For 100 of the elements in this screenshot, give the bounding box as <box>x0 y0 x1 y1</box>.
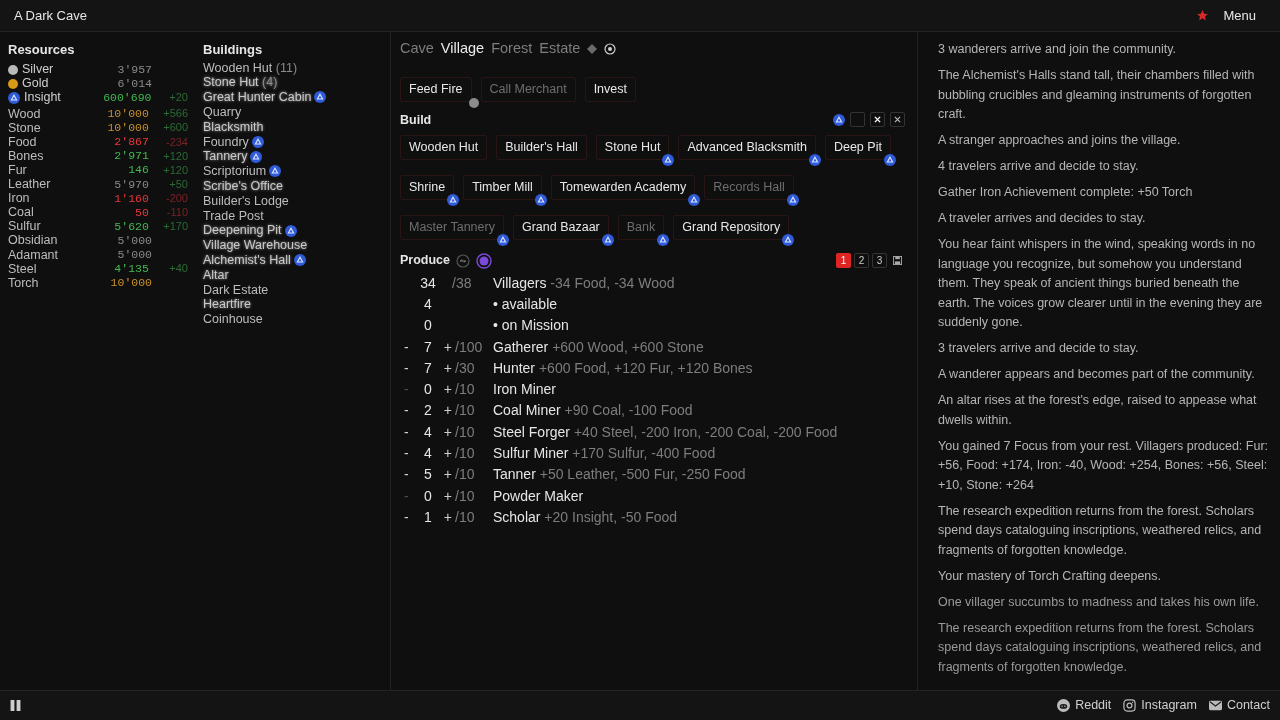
build-button[interactable]: Tomewarden Academy <box>550 174 696 200</box>
build-button[interactable]: Wooden Hut <box>400 134 488 160</box>
footer-link[interactable]: Instagram <box>1123 696 1197 715</box>
menu-button[interactable]: Menu <box>1223 5 1256 26</box>
resource-name: Gold <box>22 77 49 90</box>
log-message: 3 wanderers arrive and join the community. <box>938 41 1178 58</box>
resource-amount: 2'867 <box>113 136 149 148</box>
add-button[interactable]: + <box>440 357 452 379</box>
building-name: Altar <box>203 268 229 282</box>
add-button[interactable]: + <box>440 506 452 528</box>
add-button[interactable]: + <box>440 379 452 401</box>
log-message: The research expedition returns from the forest. Scholars spend days cataloguing inscriptions, weathered relics, and fragments of forgotten knowledge. <box>938 619 1263 676</box>
filter-checkbox[interactable] <box>850 112 865 128</box>
resource-amount: 6'014 <box>116 77 152 90</box>
build-button[interactable]: Grand Repository <box>673 214 790 240</box>
log-message: Your mastery of Torch Crafting deepens. <box>938 567 1163 585</box>
camera-icon <box>1123 699 1137 712</box>
resource-amount: 4'135 <box>113 263 149 275</box>
worker-line: Sulfur Miner +170 Sulfur, -400 Food <box>493 444 716 463</box>
resource-name: Sulfur <box>8 220 41 233</box>
close-icon[interactable] <box>890 112 905 128</box>
star-icon[interactable] <box>1196 9 1210 22</box>
coin-icon <box>8 64 18 75</box>
resource-amount: 5'000 <box>116 249 152 261</box>
worker-line: Steel Forger +40 Steel, -200 Iron, -200 Coal, -200 Food <box>493 422 838 442</box>
resource-name: Iron <box>8 192 30 205</box>
resource-rate: +120 <box>162 150 188 162</box>
footer-link[interactable]: Reddit <box>1057 696 1112 715</box>
worker-line: • available <box>493 294 558 314</box>
footer-link[interactable]: Contact <box>1208 696 1270 715</box>
add-button[interactable]: + <box>440 443 452 464</box>
location-tab[interactable]: Cave <box>400 38 434 60</box>
worker-cap: /10 <box>455 466 475 483</box>
add-button[interactable]: + <box>440 400 452 422</box>
remove-button[interactable]: - <box>400 464 416 486</box>
log-message: An altar rises at the forest's edge, raised to appease what dwells within. <box>938 392 1258 429</box>
building-name: Coinhouse <box>203 313 263 326</box>
log-message: You gained 7 Focus from your rest. Villagers produced: Fur: +56, Food: +174, Iron: -40, Wood: +254, Bones: +56, Steel: +10, Stone: +264 <box>938 437 1270 494</box>
radio-icon[interactable] <box>476 252 492 269</box>
mail-icon <box>1208 700 1222 711</box>
remove-button[interactable]: - <box>400 443 416 464</box>
worker-count: 4 <box>423 444 433 463</box>
building-name: Deepening Pit <box>203 224 282 237</box>
section-title: Produce <box>400 252 450 270</box>
remove-button[interactable]: - <box>400 336 416 358</box>
remove-button[interactable]: - <box>400 357 416 379</box>
worker-count: 4 <box>423 422 433 442</box>
worker-count: 1 <box>423 507 433 527</box>
resource-amount: 10'000 <box>106 122 149 134</box>
worker-line: Tanner +50 Leather, -500 Fur, -250 Food <box>493 465 746 485</box>
log-message: The research expedition returns from the forest. Scholars spend days cataloguing inscriptions, weathered relics, and fragments of forgotten knowledge. <box>938 502 1263 559</box>
build-button[interactable]: Advanced Blacksmith <box>678 134 816 160</box>
resource-name: Obsidian <box>8 234 58 247</box>
add-button[interactable]: + <box>440 421 452 443</box>
resource-name: Bones <box>8 149 44 163</box>
arrows-icon[interactable] <box>456 253 470 268</box>
section-title: Build <box>400 111 432 129</box>
close-icon[interactable] <box>870 112 885 128</box>
diamond-icon[interactable] <box>587 44 598 54</box>
worker-count: 0 <box>423 316 433 336</box>
remove-button[interactable]: - <box>400 400 416 422</box>
resource-amount: 1'160 <box>113 192 149 205</box>
building-name: Alchemist's Hall <box>203 254 291 267</box>
page-button[interactable]: 1 <box>836 253 851 268</box>
building-name: Dark Estate <box>203 283 269 297</box>
location-tab[interactable]: Estate <box>539 38 581 60</box>
resource-rate: +120 <box>162 164 188 176</box>
resource-rate: +40 <box>168 263 188 275</box>
building-name: Blacksmith <box>203 120 264 134</box>
worker-count: 2 <box>423 401 433 421</box>
worker-count: 5 <box>423 465 433 485</box>
resource-rate: +20 <box>168 92 188 104</box>
location-tab[interactable]: Village <box>440 38 485 60</box>
worker-count: 7 <box>423 337 433 357</box>
worker-count: 0 <box>423 486 433 506</box>
add-button[interactable]: + <box>440 464 452 486</box>
resource-rate: +170 <box>162 221 188 233</box>
page-button[interactable]: 3 <box>872 253 887 268</box>
worker-cap: /30 <box>455 359 475 376</box>
building-name: Scriptorium <box>203 165 267 178</box>
remove-button[interactable]: - <box>400 506 416 528</box>
resource-name: Stone <box>8 121 41 135</box>
remove-button[interactable]: - <box>400 421 416 443</box>
resource-rate: -200 <box>164 192 188 204</box>
pause-icon[interactable] <box>10 700 21 711</box>
build-button[interactable]: Grand Bazaar <box>512 214 609 240</box>
add-button[interactable]: + <box>440 336 452 358</box>
page-button[interactable]: 2 <box>854 253 869 268</box>
resource-rate: +566 <box>162 108 188 120</box>
action-button[interactable]: Invest <box>584 76 636 102</box>
action-button[interactable]: Feed Fire <box>400 76 472 102</box>
target-icon[interactable] <box>604 43 617 55</box>
save-icon[interactable] <box>890 253 905 268</box>
build-button[interactable]: Builder's Hall <box>496 134 587 160</box>
building-name: Wooden Hut (11) <box>203 61 298 75</box>
add-button[interactable]: + <box>440 485 452 507</box>
app-title: A Dark Cave <box>14 6 87 25</box>
location-tab[interactable]: Forest <box>491 38 533 60</box>
alien-icon <box>1057 699 1071 712</box>
worker-line: • on Mission <box>493 316 569 336</box>
